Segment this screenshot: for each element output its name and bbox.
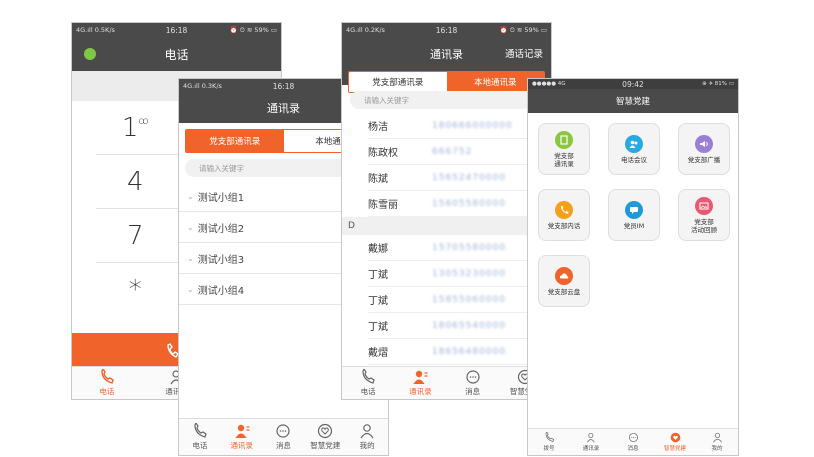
phone-icon	[555, 200, 573, 219]
status-network: 4G.ıll 0.5K/s	[76, 26, 115, 34]
broadcast-icon	[695, 134, 713, 153]
local-contacts-phone: 4G.ıll 0.2K/s 16:18 ⏰ ⏲ ≋ 59% ▭ 通讯录 通话记录…	[341, 22, 552, 400]
dialer-header: 电话	[72, 37, 281, 71]
tab-phone[interactable]: 电话	[179, 419, 221, 455]
list-item[interactable]: 陈雪丽 15605580000	[368, 191, 551, 217]
tile-activity-review[interactable]: 党支部 活动回顾	[678, 189, 730, 241]
list-item[interactable]: 丁斌 15855060000	[368, 287, 551, 313]
contacts-header: 通讯录 通话记录 党支部通讯录 本地通讯录	[342, 37, 551, 93]
page-title: 通讯录	[267, 102, 300, 115]
tab-smart-party[interactable]: 智慧党建	[304, 419, 346, 455]
status-bar: ●●●●● 4G 09:42 ⊕ ✈ 81% ▭	[528, 79, 738, 89]
status-network: ●●●●● 4G	[532, 81, 566, 87]
chevron-down-icon: ⌄	[187, 253, 194, 263]
user-icon	[360, 424, 374, 439]
tile-party-broadcast[interactable]: 党支部广播	[678, 123, 730, 175]
tab-messages[interactable]: 消息	[612, 429, 654, 455]
tile-member-im[interactable]: 党员IM	[608, 189, 660, 241]
contacts-icon	[413, 370, 428, 384]
search-input[interactable]: 请输入关键字 ○	[350, 91, 543, 109]
tab-mine[interactable]: 我的	[696, 429, 738, 455]
tab-dial[interactable]: 拨号	[528, 429, 570, 455]
contacts-icon	[235, 424, 250, 438]
phone-icon	[194, 423, 207, 438]
tab-messages[interactable]: 消息	[447, 367, 499, 399]
list-item[interactable]: 陈斌 15652470000	[368, 165, 551, 191]
tile-party-contacts[interactable]: 党支部 通讯录	[538, 123, 590, 175]
list-item[interactable]: 陈政权 666752	[368, 139, 551, 165]
user-icon	[712, 432, 722, 443]
tab-contacts[interactable]: 通讯录	[221, 419, 263, 455]
contact-list: 杨洁 180666000000 陈政权 666752 陈斌 15652470000 陈…	[342, 113, 551, 365]
segment-party-contacts[interactable]: 党支部通讯录	[349, 72, 447, 92]
chevron-down-icon: ⌄	[187, 284, 194, 294]
list-item[interactable]: 杨洁 180666000000	[368, 113, 551, 139]
tab-phone[interactable]: 电话	[72, 367, 142, 399]
cloud-icon	[555, 266, 573, 285]
heart-shield-icon	[670, 432, 680, 443]
status-bar: 4G.ıll 0.5K/s 16:18 ⏰ ⏲ ≋ 59% ▭	[72, 23, 281, 37]
tab-messages[interactable]: 消息	[263, 419, 305, 455]
message-icon	[276, 424, 291, 438]
key-star[interactable]: *	[96, 275, 175, 305]
tab-smart-party[interactable]: 智慧党建	[654, 429, 696, 455]
status-network: 4G.ıll 0.3K/s	[183, 82, 222, 90]
tab-phone[interactable]: 电话	[342, 367, 394, 399]
page-title: 通讯录	[430, 48, 463, 61]
key-7[interactable]: 7	[96, 221, 175, 251]
bottom-tab-bar: 拨号 通讯录 消息 智慧党建 我的	[528, 428, 738, 455]
contacts-icon	[586, 432, 595, 443]
conference-icon	[625, 134, 643, 153]
list-item[interactable]: 戴娜 15705580000	[368, 235, 551, 261]
contacts-segment-control: 党支部通讯录 本地通讯录	[348, 71, 545, 93]
tile-party-intercom[interactable]: 党支部内话	[538, 189, 590, 241]
message-icon	[466, 370, 480, 384]
list-item[interactable]: 丁斌 18065540000	[368, 313, 551, 339]
key-1[interactable]: 1ꝏ	[96, 113, 175, 143]
status-time: 16:18	[272, 81, 295, 91]
phone-icon	[362, 369, 375, 384]
status-bar: 4G.ıll 0.2K/s 16:18 ⏰ ⏲ ≋ 59% ▭	[342, 23, 551, 37]
status-time: 16:18	[435, 25, 458, 35]
tab-mine[interactable]: 我的	[346, 419, 388, 455]
status-time: 16:18	[165, 25, 188, 35]
photo-icon	[695, 196, 713, 215]
section-header: D	[342, 217, 551, 235]
smart-party-phone: ●●●●● 4G 09:42 ⊕ ✈ 81% ▭ 智慧党建 党支部 通讯录 电话…	[527, 78, 739, 456]
tile-party-cloud-drive[interactable]: 党支部云盘	[538, 255, 590, 307]
list-item[interactable]: 丁斌 13053230000	[368, 261, 551, 287]
segment-party-contacts[interactable]: 党支部通讯录	[186, 130, 284, 152]
tab-contacts[interactable]: 通讯录	[570, 429, 612, 455]
tile-conference-call[interactable]: 电话会议	[608, 123, 660, 175]
chevron-down-icon: ⌄	[187, 222, 194, 232]
status-icons: ⏰ ⏲ ≋ 59% ▭	[229, 25, 277, 34]
page-title: 电话	[164, 47, 189, 62]
page-title: 智慧党建	[615, 97, 650, 107]
smart-party-header: 智慧党建	[528, 89, 738, 113]
status-icons: ⏰ ⏲ ≋ 59% ▭	[499, 25, 547, 34]
list-item[interactable]: 戴熠 18656480000	[368, 339, 551, 365]
chevron-down-icon: ⌄	[187, 191, 194, 201]
key-4[interactable]: 4	[96, 167, 175, 197]
bottom-tab-bar: 电话 通讯录 消息 智慧党建	[342, 366, 551, 399]
call-log-button[interactable]: 通话记录	[505, 46, 543, 60]
contacts-icon	[555, 130, 573, 149]
heart-shield-icon	[318, 423, 333, 439]
chat-icon	[625, 200, 643, 219]
online-status-icon	[84, 48, 96, 60]
bottom-tab-bar: 电话 通讯录 消息 智慧党建 我的	[179, 418, 388, 455]
status-network: 4G.ıll 0.2K/s	[346, 26, 385, 34]
phone-icon	[545, 432, 554, 443]
phone-icon	[101, 369, 114, 384]
status-time: 09:42	[622, 79, 644, 89]
message-icon	[628, 432, 638, 443]
status-icons: ⊕ ✈ 81% ▭	[702, 81, 734, 87]
tab-contacts[interactable]: 通讯录	[394, 367, 446, 399]
